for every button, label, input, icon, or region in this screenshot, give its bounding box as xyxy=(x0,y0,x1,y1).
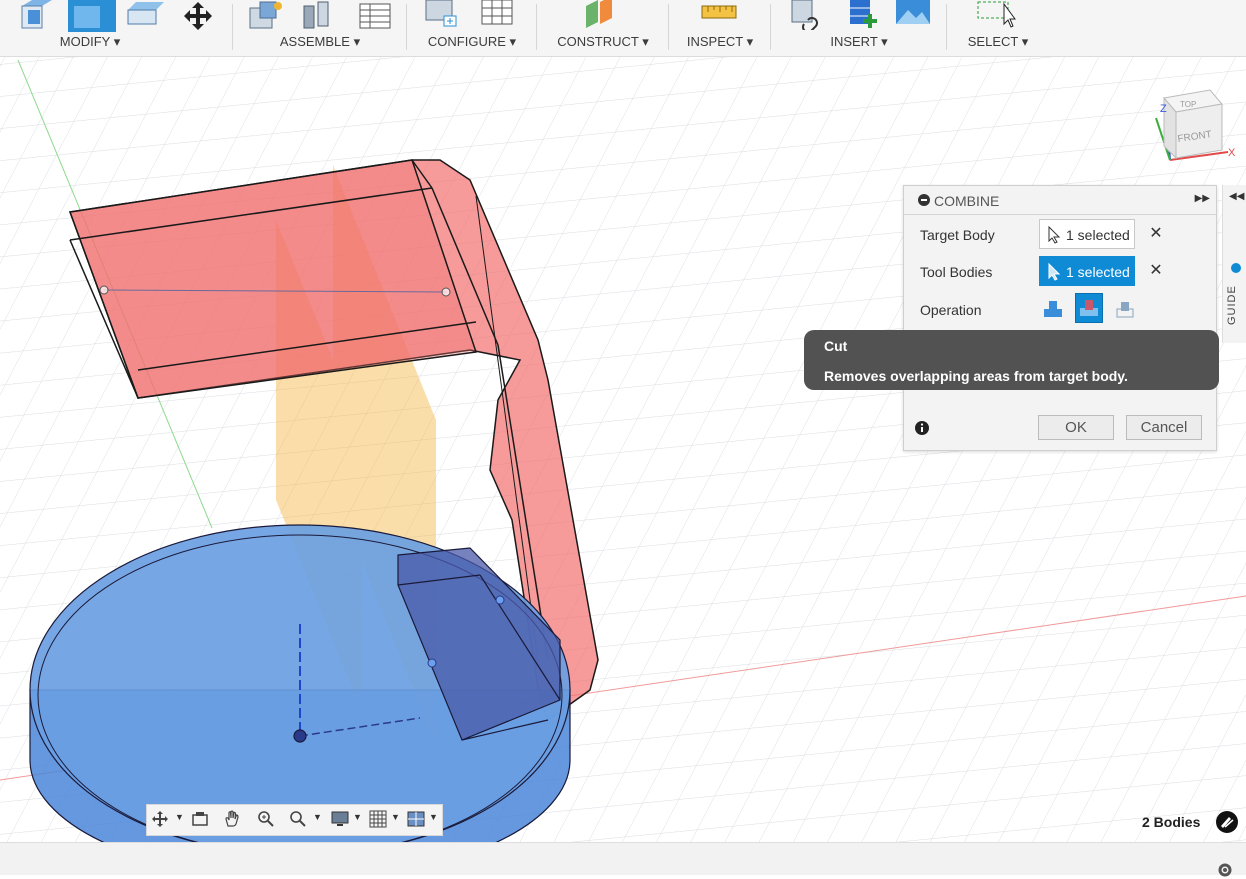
ok-button[interactable]: OK xyxy=(1038,415,1114,440)
target-body-label: Target Body xyxy=(920,227,995,243)
guide-tab[interactable]: ◀◀ GUIDE xyxy=(1222,185,1246,343)
fillet-icon[interactable] xyxy=(68,0,116,32)
cancel-button[interactable]: Cancel xyxy=(1126,415,1202,440)
offset-plane-icon[interactable] xyxy=(582,0,622,30)
intersect-icon xyxy=(1116,302,1134,318)
measure-icon[interactable] xyxy=(700,0,740,30)
join-operation-button[interactable] xyxy=(1039,293,1067,323)
insert-group[interactable]: INSERT ▾ xyxy=(776,0,942,56)
combine-title: COMBINE xyxy=(934,193,1000,209)
inspect-group[interactable]: INSPECT ▾ xyxy=(672,0,768,56)
viewcube-top-label[interactable]: TOP xyxy=(1180,100,1196,109)
shell-icon[interactable] xyxy=(126,0,166,30)
cut-icon xyxy=(1080,300,1098,316)
target-body-value: 1 selected xyxy=(1066,227,1130,243)
target-body[interactable] xyxy=(29,524,571,842)
configure-icon[interactable] xyxy=(422,0,462,30)
configure-group[interactable]: CONFIGURE ▾ xyxy=(410,0,534,56)
toolbar-divider xyxy=(536,4,537,50)
toolbar: MODIFY ▾ ASSEMBLE ▾ CONFIGURE ▾ CONSTRUC… xyxy=(0,0,1246,57)
z-axis-label: Z xyxy=(1160,103,1167,115)
look-at-icon[interactable] xyxy=(191,810,209,828)
target-body-select[interactable]: 1 selected xyxy=(1039,219,1135,249)
modify-label[interactable]: MODIFY ▾ xyxy=(0,34,180,50)
press-pull-icon[interactable] xyxy=(18,0,58,30)
pan-hand-icon[interactable] xyxy=(223,810,241,828)
cut-tooltip: Cut Removes overlapping areas from targe… xyxy=(804,330,1219,390)
info-icon[interactable] xyxy=(914,420,930,436)
insert-label[interactable]: INSERT ▾ xyxy=(776,34,942,50)
collapse-arrows-icon[interactable]: ◀◀ xyxy=(1229,191,1244,202)
zoom-icon[interactable] xyxy=(257,810,275,828)
viewports-dropdown-icon[interactable]: ▼ xyxy=(429,812,438,822)
guide-label: GUIDE xyxy=(1226,285,1238,325)
toolbar-divider xyxy=(946,4,947,50)
combine-header[interactable]: COMBINE ▶▶ xyxy=(904,186,1216,215)
display-settings-icon[interactable] xyxy=(331,810,349,828)
orbit-dropdown-icon[interactable]: ▼ xyxy=(175,812,184,822)
modify-group[interactable]: MODIFY ▾ xyxy=(0,0,212,56)
combine-dialog: COMBINE ▶▶ Target Body 1 selected ✕ Tool… xyxy=(903,185,1217,451)
table-icon[interactable] xyxy=(356,0,396,30)
select-label[interactable]: SELECT ▾ xyxy=(950,34,1046,50)
x-axis-label: X xyxy=(1228,147,1236,159)
toolbar-divider xyxy=(668,4,669,50)
construct-group[interactable]: CONSTRUCT ▾ xyxy=(540,0,666,56)
insert-canvas-icon[interactable] xyxy=(894,0,934,30)
status-bar xyxy=(0,842,1246,877)
insert-mesh-icon[interactable] xyxy=(848,0,888,30)
grid-dropdown-icon[interactable]: ▼ xyxy=(391,812,400,822)
insert-derive-icon[interactable] xyxy=(790,0,830,30)
move-icon[interactable] xyxy=(178,0,218,30)
guide-indicator-dot xyxy=(1231,263,1241,273)
sketch-tool-icon[interactable] xyxy=(1216,811,1238,833)
toolbar-divider xyxy=(406,4,407,50)
assemble-label[interactable]: ASSEMBLE ▾ xyxy=(236,34,404,50)
clear-tool-bodies-button[interactable]: ✕ xyxy=(1148,263,1164,279)
zoom-dropdown-icon[interactable]: ▼ xyxy=(313,812,322,822)
expand-arrows-icon[interactable]: ▶▶ xyxy=(1195,193,1210,204)
configure-label[interactable]: CONFIGURE ▾ xyxy=(410,34,534,50)
select-window-icon[interactable] xyxy=(976,0,1016,30)
cursor-arrow-icon xyxy=(1048,263,1061,281)
tooltip-title: Cut xyxy=(824,338,848,354)
joint-icon[interactable] xyxy=(300,0,340,30)
select-group[interactable]: SELECT ▾ xyxy=(950,0,1046,56)
inspect-label[interactable]: INSPECT ▾ xyxy=(672,34,768,50)
bodies-count: 2 Bodies xyxy=(1142,814,1201,830)
construct-label[interactable]: CONSTRUCT ▾ xyxy=(540,34,666,50)
join-icon xyxy=(1044,301,1062,317)
tool-bodies-select[interactable]: 1 selected xyxy=(1039,256,1135,286)
fit-zoom-icon[interactable] xyxy=(289,810,307,828)
navigation-bar: ▼ ▼ ▼ ▼ ▼ xyxy=(146,804,443,836)
operation-label: Operation xyxy=(920,302,982,318)
orbit-icon[interactable] xyxy=(151,810,169,828)
tool-bodies-label: Tool Bodies xyxy=(920,264,993,280)
clear-target-body-button[interactable]: ✕ xyxy=(1148,226,1164,242)
new-component-icon[interactable] xyxy=(246,0,286,30)
cut-operation-button[interactable] xyxy=(1075,293,1103,323)
configure-table-icon[interactable] xyxy=(478,0,518,30)
settings-gear-icon[interactable] xyxy=(1216,861,1234,879)
assemble-group[interactable]: ASSEMBLE ▾ xyxy=(236,0,404,56)
grid-settings-icon[interactable] xyxy=(369,810,387,828)
intersect-operation-button[interactable] xyxy=(1111,293,1139,323)
viewports-icon[interactable] xyxy=(407,810,425,828)
display-dropdown-icon[interactable]: ▼ xyxy=(353,812,362,822)
toolbar-divider xyxy=(232,4,233,50)
tooltip-description: Removes overlapping areas from target bo… xyxy=(824,368,1128,384)
cursor-arrow-icon xyxy=(1048,226,1061,244)
toolbar-divider xyxy=(770,4,771,50)
minus-circle-icon xyxy=(918,194,930,206)
tool-bodies-value: 1 selected xyxy=(1066,264,1130,280)
